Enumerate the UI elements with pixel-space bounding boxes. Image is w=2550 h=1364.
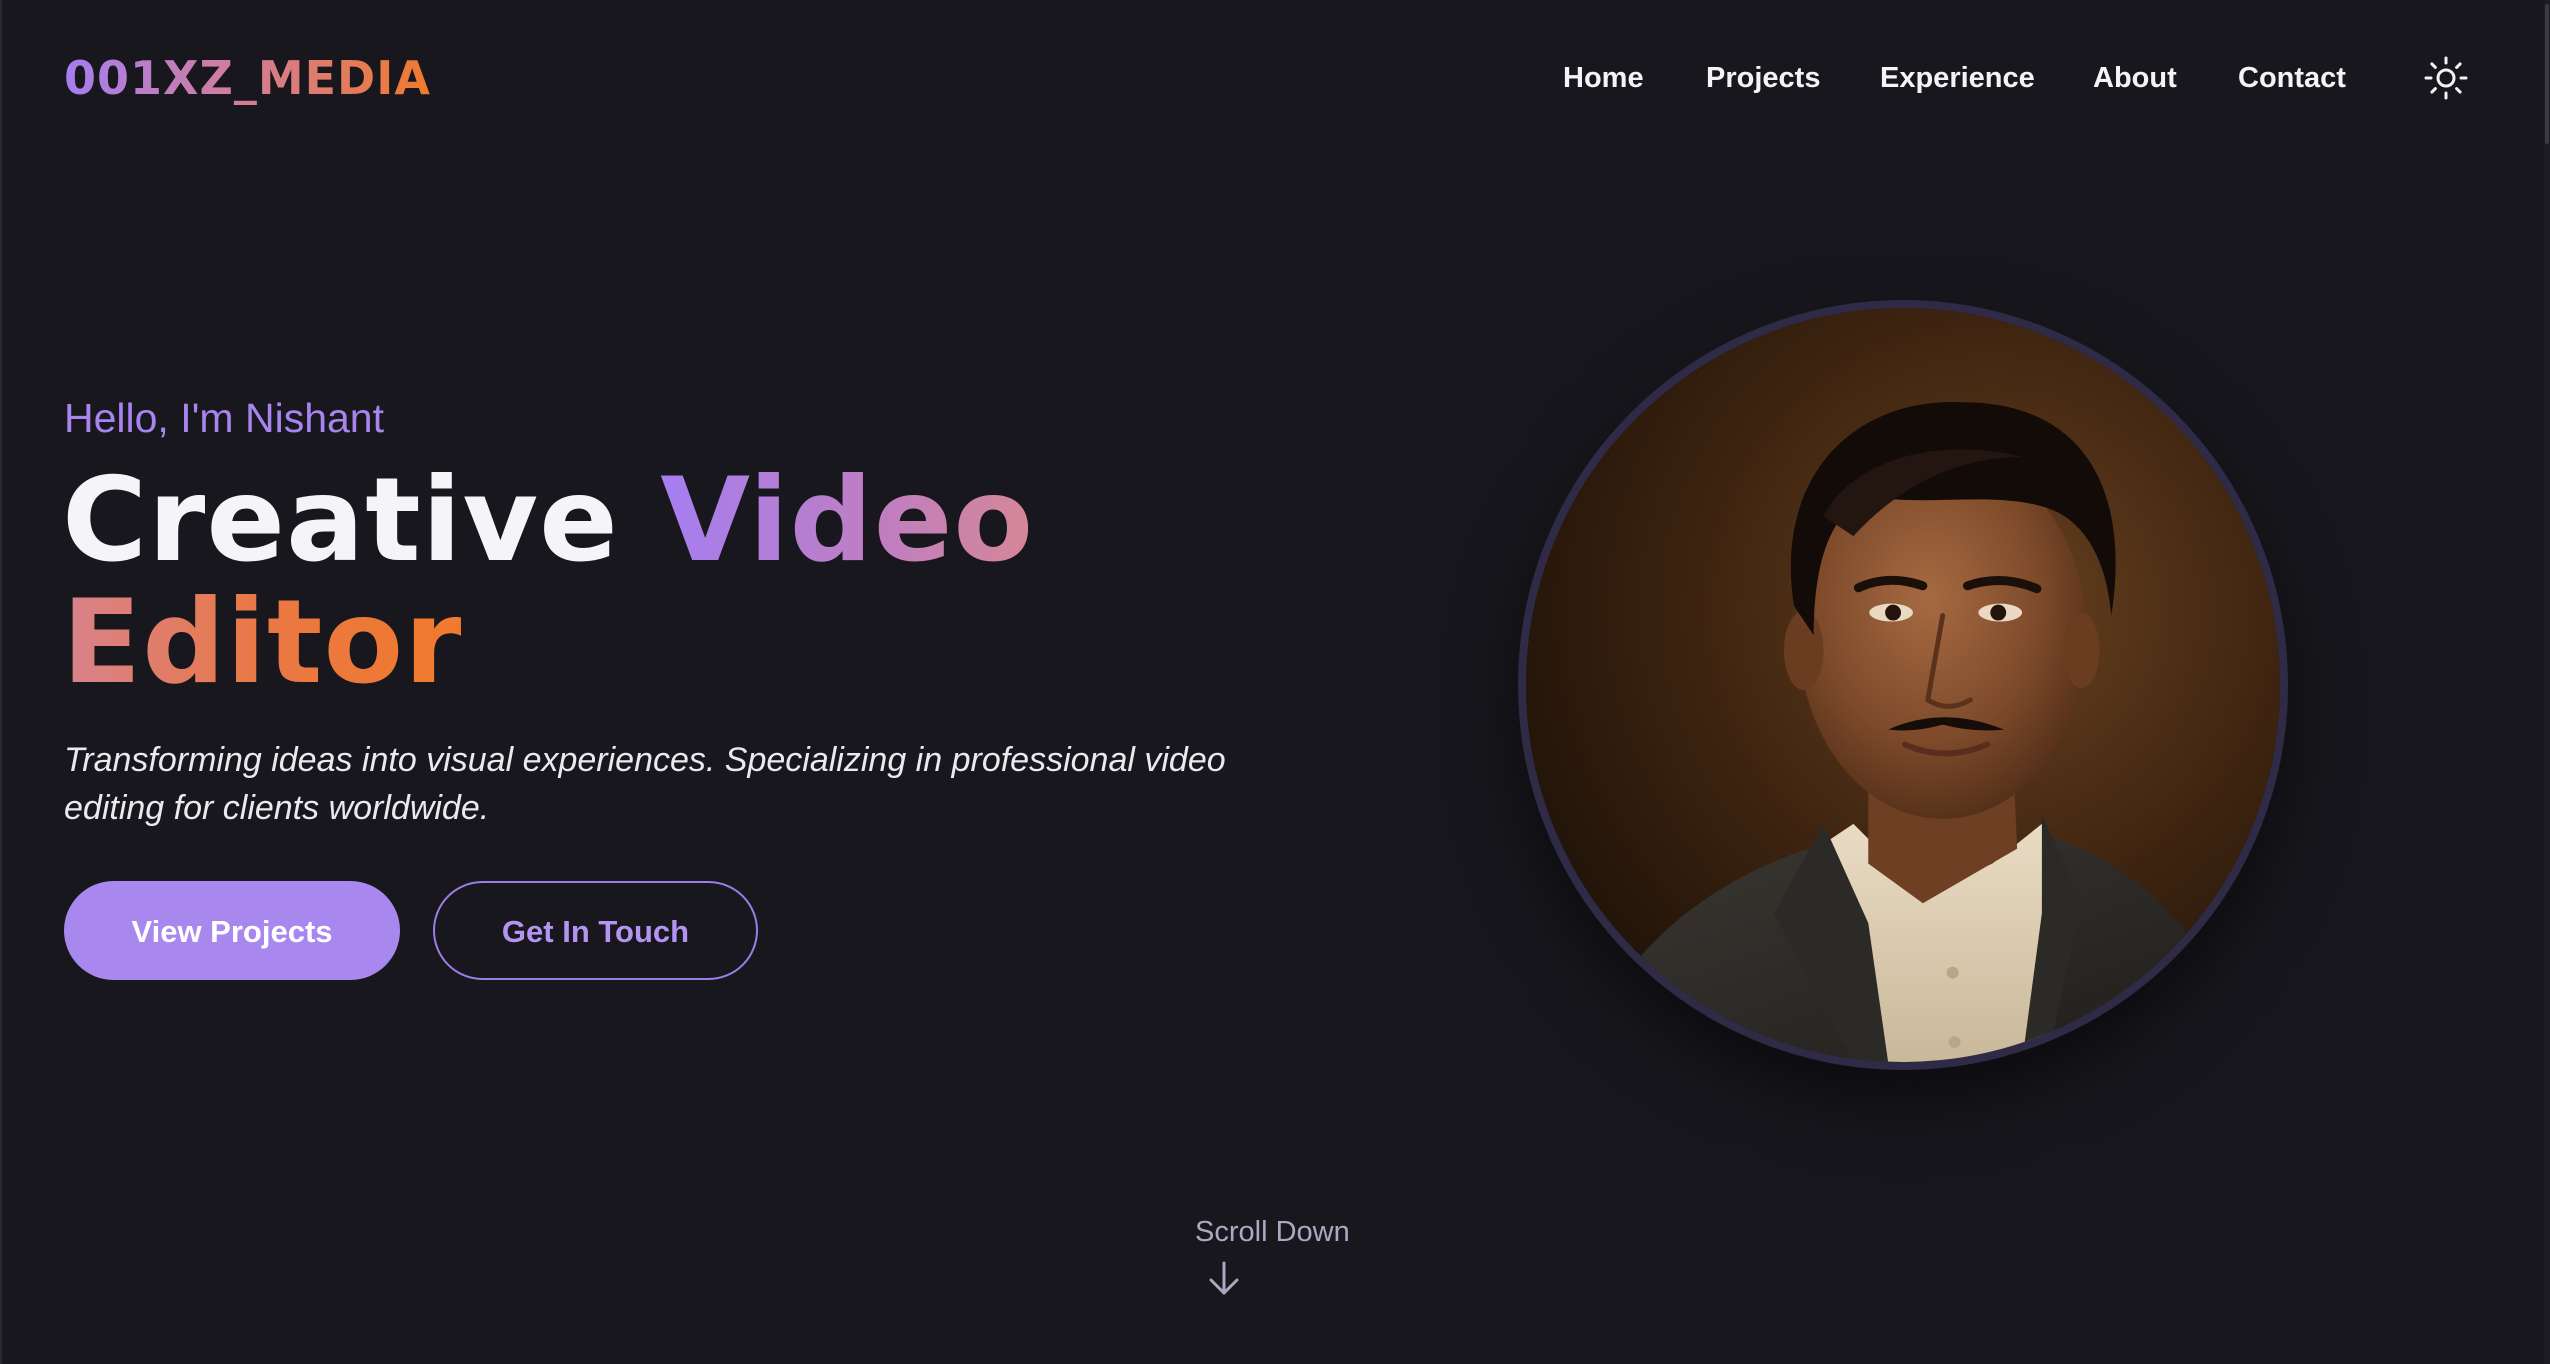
nav-link-projects[interactable]: Projects: [1706, 56, 1820, 100]
scroll-down-indicator[interactable]: Scroll Down: [1195, 1213, 1355, 1295]
get-in-touch-button[interactable]: Get In Touch: [433, 881, 758, 980]
nav-link-contact[interactable]: Contact: [2238, 56, 2346, 100]
headline-word-video: Video: [660, 453, 1035, 588]
main-nav: Home Projects Experience About Contact: [0, 56, 2550, 100]
view-projects-button[interactable]: View Projects: [64, 881, 400, 980]
sun-icon: [2424, 56, 2468, 100]
theme-toggle-button[interactable]: [2422, 54, 2470, 102]
hero-tagline: Transforming ideas into visual experienc…: [64, 741, 1226, 827]
headline-word-creative: Creative: [62, 453, 619, 588]
headline-word-editor: Editor: [62, 575, 463, 710]
nav-link-experience[interactable]: Experience: [1880, 56, 2035, 100]
site-header: 001XZ_MEDIA Home Projects Experience Abo…: [0, 0, 2550, 156]
scrollbar[interactable]: [2544, 0, 2550, 1364]
arrow-down-icon: [1209, 1261, 1239, 1295]
window-edge: [0, 0, 2, 1364]
headline-line-2: Editor: [62, 582, 1034, 704]
page: 001XZ_MEDIA Home Projects Experience Abo…: [0, 0, 2550, 1364]
profile-photo: [1518, 300, 2288, 1070]
headline-line-1: Creative Video: [62, 460, 1034, 582]
hero-headline: Creative Video Editor: [62, 460, 1034, 704]
scroll-down-label: Scroll Down: [1195, 1216, 1350, 1248]
portrait-illustration: [1526, 308, 2280, 1062]
hero-greeting: Hello, I'm Nishant: [64, 395, 384, 441]
nav-link-home[interactable]: Home: [1563, 56, 1644, 100]
nav-link-about[interactable]: About: [2093, 56, 2177, 100]
